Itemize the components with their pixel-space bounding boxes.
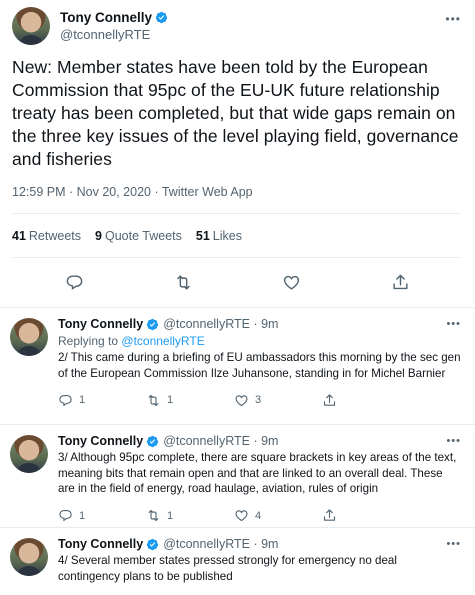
author-handle[interactable]: @tconnellyRTE · 9m: [163, 433, 278, 449]
author-name[interactable]: Tony Connelly: [60, 9, 152, 26]
tweet-text: New: Member states have been told by the…: [12, 57, 459, 169]
like-icon[interactable]: [282, 273, 301, 292]
reply-icon[interactable]: [65, 273, 84, 292]
like-count: 3: [255, 394, 262, 406]
retweet-button[interactable]: 1: [146, 393, 234, 408]
reply-tweet[interactable]: Tony Connelly @tconnellyRTE · 9m 3/ Alth…: [0, 425, 475, 528]
retweet-count: 1: [167, 394, 174, 406]
main-tweet-actions: [0, 258, 475, 308]
verified-badge-icon: [146, 435, 159, 447]
reply-count: 1: [79, 509, 86, 522]
likes-stat[interactable]: 51 Likes: [196, 229, 242, 243]
retweet-icon: [148, 509, 159, 522]
retweets-label: Retweets: [28, 228, 82, 243]
reply-icon: [59, 394, 72, 406]
avatar[interactable]: [10, 318, 48, 356]
more-icon[interactable]: •••: [446, 435, 461, 447]
reply-text: 3/ Although 95pc complete, there are squ…: [58, 451, 457, 495]
retweet-button[interactable]: 1: [146, 508, 234, 523]
more-icon[interactable]: •••: [446, 318, 461, 330]
reply-text: 4/ Several member states pressed strongl…: [58, 554, 397, 583]
avatar[interactable]: [10, 435, 48, 473]
avatar[interactable]: [10, 538, 48, 576]
quotes-stat[interactable]: 9 Quote Tweets: [95, 229, 182, 243]
verified-badge-icon: [155, 11, 168, 24]
likes-count: 51: [195, 228, 210, 243]
reply-tweet[interactable]: Tony Connelly @tconnellyRTE · 9m Replyin…: [0, 308, 475, 425]
like-count: 4: [255, 509, 262, 522]
author-info: Tony Connelly @tconnellyRTE: [60, 9, 168, 43]
main-tweet: Tony Connelly @tconnellyRTE ••• New: Mem…: [0, 0, 475, 258]
share-button[interactable]: [322, 393, 410, 408]
replying-prefix: Replying to: [58, 334, 119, 348]
verified-badge-icon: [146, 538, 159, 550]
author-handle[interactable]: @tconnellyRTE · 9m: [163, 536, 278, 552]
avatar[interactable]: [12, 7, 50, 45]
retweet-count: 1: [167, 509, 174, 522]
main-tweet-header: Tony Connelly @tconnellyRTE •••: [12, 4, 461, 48]
like-button[interactable]: 3: [234, 393, 322, 408]
tweet-timestamp[interactable]: 12:59 PM · Nov 20, 2020 · Twitter Web Ap…: [12, 185, 461, 214]
more-icon[interactable]: •••: [446, 538, 461, 550]
reply-actions: 1 1 3: [58, 385, 461, 415]
share-button[interactable]: [322, 508, 410, 523]
reply-actions: 1 1 4: [58, 501, 461, 531]
quotes-count: 9: [95, 228, 102, 243]
author-name[interactable]: Tony Connelly: [58, 316, 143, 332]
reply-body: Tony Connelly @tconnellyRTE · 9m 3/ Alth…: [58, 433, 461, 527]
author-handle[interactable]: @tconnellyRTE: [60, 26, 168, 43]
reply-header: Tony Connelly @tconnellyRTE · 9m: [58, 536, 461, 552]
reply-button[interactable]: 1: [58, 508, 146, 523]
reply-body: Tony Connelly @tconnellyRTE · 9m 4/ Seve…: [58, 536, 461, 595]
reply-tweet[interactable]: Tony Connelly @tconnellyRTE · 9m 4/ Seve…: [0, 528, 475, 595]
share-icon: [323, 393, 336, 406]
like-button[interactable]: 4: [234, 508, 322, 523]
replying-to-link[interactable]: @tconnellyRTE: [121, 334, 204, 348]
author-name[interactable]: Tony Connelly: [58, 433, 143, 449]
likes-label: Likes: [212, 228, 242, 243]
quotes-label: Quote Tweets: [104, 228, 182, 243]
reply-header: Tony Connelly @tconnellyRTE · 9m: [58, 316, 461, 332]
like-icon: [235, 394, 248, 406]
retweet-icon[interactable]: [174, 273, 193, 292]
reply-header: Tony Connelly @tconnellyRTE · 9m: [58, 433, 461, 449]
retweets-count: 41: [12, 228, 26, 243]
share-icon[interactable]: [391, 273, 410, 292]
reply-count: 1: [79, 394, 86, 406]
tweet-stats: 41 Retweets 9 Quote Tweets 51 Likes: [12, 214, 461, 258]
replying-to: Replying to @tconnellyRTE: [58, 333, 461, 349]
retweets-stat[interactable]: 41 Retweets: [12, 229, 81, 243]
author-handle[interactable]: @tconnellyRTE · 9m: [163, 316, 278, 332]
reply-actions: 1 2 3: [58, 588, 461, 595]
author-name[interactable]: Tony Connelly: [58, 536, 143, 552]
retweet-icon: [148, 394, 159, 406]
share-icon: [323, 509, 336, 521]
reply-text: 2/ This came during a briefing of EU amb…: [58, 351, 461, 380]
reply-body: Tony Connelly @tconnellyRTE · 9m Replyin…: [58, 316, 461, 424]
like-icon: [235, 510, 248, 522]
author-name-row: Tony Connelly: [60, 9, 168, 26]
reply-button[interactable]: 1: [58, 393, 146, 408]
reply-icon: [59, 509, 72, 522]
more-icon[interactable]: •••: [445, 12, 461, 26]
verified-badge-icon: [146, 318, 159, 330]
